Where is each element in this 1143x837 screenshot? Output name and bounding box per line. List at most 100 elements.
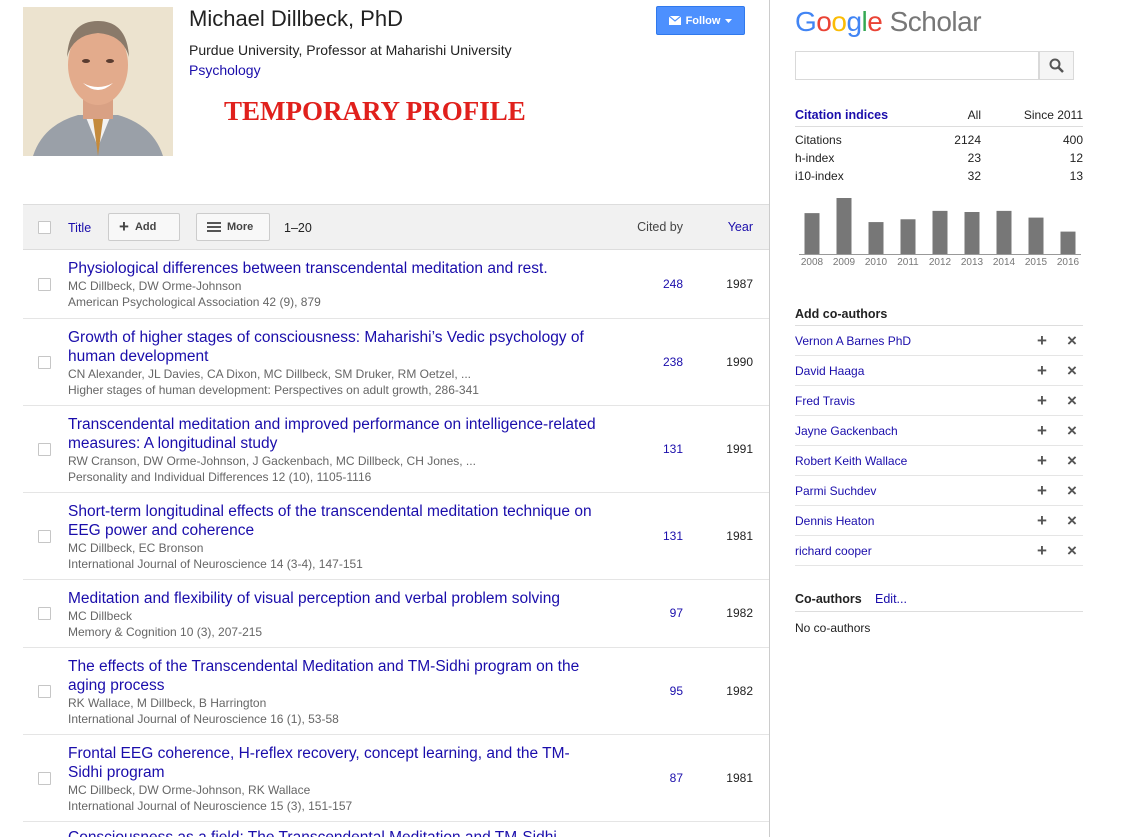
dismiss-icon[interactable]: × (1061, 421, 1083, 441)
suggested-coauthor: Vernon A Barnes PhD + × (795, 326, 1083, 356)
coauthor-name[interactable]: Fred Travis (795, 394, 1031, 408)
cited-by-count[interactable]: 97 (670, 606, 683, 620)
google-scholar-logo[interactable]: Google Scholar (795, 6, 982, 38)
article-checkbox[interactable] (38, 685, 51, 698)
add-icon[interactable]: + (1031, 331, 1053, 351)
dismiss-icon[interactable]: × (1061, 391, 1083, 411)
add-icon[interactable]: + (1031, 451, 1053, 471)
article-title[interactable]: Frontal EEG coherence, H-reflex recovery… (68, 744, 598, 782)
article-row: Transcendental meditation and improved p… (23, 406, 769, 493)
article-venue: International Journal of Neuroscience 14… (68, 557, 363, 571)
chart-bar-2012[interactable] (932, 210, 948, 254)
page-range: 1–20 (284, 221, 312, 235)
cited-by-count[interactable]: 131 (663, 529, 683, 543)
chart-bar-2008[interactable] (804, 213, 820, 254)
article-row: Physiological differences between transc… (23, 250, 769, 319)
profile-name: Michael Dillbeck, PhD (189, 6, 403, 31)
article-authors: MC Dillbeck, DW Orme-Johnson, RK Wallace (68, 783, 311, 797)
article-checkbox[interactable] (38, 772, 51, 785)
dismiss-icon[interactable]: × (1061, 361, 1083, 381)
article-title[interactable]: Growth of higher stages of consciousness… (68, 328, 598, 366)
chart-year-label: 2014 (993, 257, 1016, 268)
coauthor-name[interactable]: Robert Keith Wallace (795, 454, 1031, 468)
coauthor-name[interactable]: Jayne Gackenbach (795, 424, 1031, 438)
coauthor-name[interactable]: Vernon A Barnes PhD (795, 334, 1031, 348)
chart-bar-2010[interactable] (868, 222, 884, 254)
coauthor-name[interactable]: Parmi Suchdev (795, 484, 1031, 498)
no-coauthors-text: No co-authors (795, 621, 871, 635)
coauthor-name[interactable]: richard cooper (795, 544, 1031, 558)
article-row: Meditation and flexibility of visual per… (23, 580, 769, 648)
cited-by-count[interactable]: 238 (663, 355, 683, 369)
add-icon[interactable]: + (1031, 511, 1053, 531)
search-button[interactable] (1039, 51, 1074, 80)
dismiss-icon[interactable]: × (1061, 541, 1083, 561)
dismiss-icon[interactable]: × (1061, 511, 1083, 531)
chart-bar-2013[interactable] (964, 212, 980, 254)
chart-bar-2009[interactable] (836, 198, 852, 254)
chart-bar-2015[interactable] (1028, 217, 1044, 254)
article-row: Short-term longitudinal effects of the t… (23, 493, 769, 580)
sort-by-title[interactable]: Title (68, 221, 91, 235)
coauthor-name[interactable]: Dennis Heaton (795, 514, 1031, 528)
dismiss-icon[interactable]: × (1061, 481, 1083, 501)
caret-down-icon (725, 18, 733, 23)
logo-scholar: Scholar (889, 6, 982, 37)
article-venue: International Journal of Neuroscience 15… (68, 799, 353, 813)
chart-year-label: 2009 (833, 257, 856, 268)
plus-icon: + (119, 217, 129, 236)
article-checkbox[interactable] (38, 443, 51, 456)
add-icon[interactable]: + (1031, 391, 1053, 411)
search-input[interactable] (795, 51, 1039, 80)
cited-by-count[interactable]: 248 (663, 277, 683, 291)
sort-by-year[interactable]: Year (728, 220, 753, 234)
chart-bar-2016[interactable] (1060, 231, 1076, 254)
more-label: More (227, 221, 254, 233)
article-row: Growth of higher stages of consciousness… (23, 319, 769, 406)
chart-bar-2014[interactable] (996, 210, 1012, 254)
i10-index-row: i10-index 32 13 (795, 167, 1083, 185)
article-checkbox[interactable] (38, 530, 51, 543)
article-checkbox[interactable] (38, 356, 51, 369)
cited-by-count[interactable]: 87 (670, 771, 683, 785)
follow-button[interactable]: Follow (656, 6, 745, 35)
add-coauthors-title: Add co-authors (795, 307, 888, 321)
article-title[interactable]: Meditation and flexibility of visual per… (68, 589, 598, 608)
envelope-icon (668, 16, 681, 25)
metric-all: 2124 (954, 133, 981, 147)
dismiss-icon[interactable]: × (1061, 451, 1083, 471)
add-icon[interactable]: + (1031, 541, 1053, 561)
article-title[interactable]: Consciousness as a field: The Transcende… (68, 828, 598, 837)
article-title[interactable]: Transcendental meditation and improved p… (68, 415, 598, 453)
cited-by-count[interactable]: 95 (670, 684, 683, 698)
coauthor-name[interactable]: David Haaga (795, 364, 1031, 378)
article-year: 1991 (726, 442, 753, 456)
citations-row: Citations 2124 400 (795, 131, 1083, 149)
article-checkbox[interactable] (38, 607, 51, 620)
edit-coauthors-link[interactable]: Edit... (875, 592, 907, 606)
article-venue: International Journal of Neuroscience 16… (68, 712, 339, 726)
add-icon[interactable]: + (1031, 481, 1053, 501)
add-icon[interactable]: + (1031, 361, 1053, 381)
suggested-coauthor: richard cooper + × (795, 536, 1083, 566)
chart-bar-2011[interactable] (900, 219, 916, 254)
more-button[interactable]: More (196, 213, 270, 241)
article-authors: CN Alexander, JL Davies, CA Dixon, MC Di… (68, 367, 472, 381)
metric-label: h-index (795, 151, 835, 165)
citation-indices-header[interactable]: Citation indices (795, 108, 901, 122)
article-venue: American Psychological Association 42 (9… (68, 295, 321, 309)
follow-label: Follow (685, 14, 721, 27)
cited-by-count[interactable]: 131 (663, 442, 683, 456)
add-button[interactable]: + Add (108, 213, 180, 241)
select-all-checkbox[interactable] (38, 221, 51, 234)
article-checkbox[interactable] (38, 278, 51, 291)
metric-since: 400 (1062, 133, 1083, 147)
dismiss-icon[interactable]: × (1061, 331, 1083, 351)
article-title[interactable]: The effects of the Transcendental Medita… (68, 657, 598, 695)
add-label: Add (134, 221, 157, 233)
suggested-coauthor: Fred Travis + × (795, 386, 1083, 416)
article-title[interactable]: Short-term longitudinal effects of the t… (68, 502, 598, 540)
article-title[interactable]: Physiological differences between transc… (68, 259, 598, 278)
add-icon[interactable]: + (1031, 421, 1053, 441)
interest-link[interactable]: Psychology (189, 62, 261, 78)
